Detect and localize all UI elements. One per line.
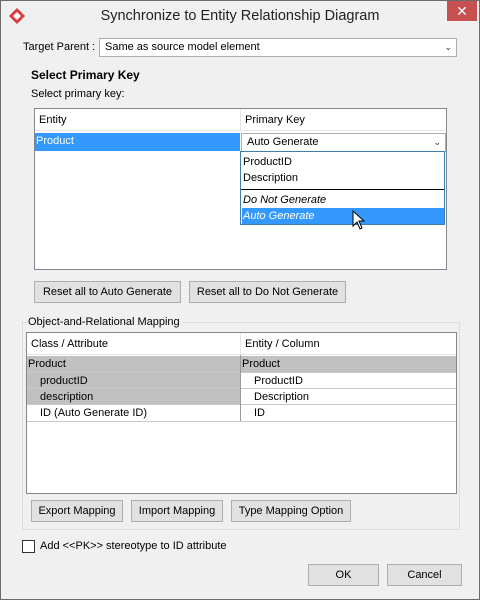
window-title: Synchronize to Entity Relationship Diagr… <box>100 8 380 24</box>
export-mapping-button[interactable]: Export Mapping <box>31 500 123 522</box>
mapping-row-attribute[interactable]: description <box>27 389 240 405</box>
primary-key-section-title: Select Primary Key <box>31 68 140 82</box>
close-icon: ✕ <box>456 3 468 19</box>
dropdown-option-productid[interactable]: ProductID <box>242 154 443 170</box>
chevron-down-icon: ⌄ <box>444 42 452 52</box>
mapping-row-attribute[interactable]: productID <box>27 373 240 389</box>
chevron-down-icon: ⌄ <box>433 137 441 147</box>
mapping-row-column[interactable]: Description <box>241 389 456 405</box>
reset-auto-generate-button[interactable]: Reset all to Auto Generate <box>34 281 181 303</box>
close-button[interactable]: ✕ <box>447 1 477 21</box>
mapping-row-column[interactable]: ProductID <box>241 373 456 389</box>
mouse-cursor-icon <box>352 210 366 230</box>
mapping-table: Class / Attribute Entity / Column Produc… <box>26 332 457 494</box>
primary-key-value: Auto Generate <box>247 136 319 148</box>
dropdown-option-do-not-generate[interactable]: Do Not Generate <box>242 192 443 208</box>
dialog-window: Synchronize to Entity Relationship Diagr… <box>0 0 480 600</box>
primary-key-sublabel: Select primary key: <box>31 88 125 100</box>
pk-stereotype-label: Add <<PK>> stereotype to ID attribute <box>40 540 227 552</box>
target-parent-label: Target Parent : <box>23 41 96 53</box>
title-bar: Synchronize to Entity Relationship Diagr… <box>1 1 479 32</box>
entity-cell-product[interactable]: Product <box>35 133 240 151</box>
dropdown-separator <box>241 189 444 190</box>
mapping-row-class[interactable]: Product <box>27 356 240 372</box>
reset-do-not-generate-button[interactable]: Reset all to Do Not Generate <box>189 281 346 303</box>
mapping-group-label: Object-and-Relational Mapping <box>26 316 182 328</box>
primary-key-select[interactable]: Auto Generate ⌄ <box>241 133 446 152</box>
dropdown-option-auto-generate[interactable]: Auto Generate <box>242 208 444 224</box>
pk-stereotype-checkbox[interactable] <box>22 540 35 553</box>
target-parent-value: Same as source model element <box>105 41 260 53</box>
column-header-class-attribute[interactable]: Class / Attribute <box>27 333 240 355</box>
import-mapping-button[interactable]: Import Mapping <box>131 500 223 522</box>
cancel-button[interactable]: Cancel <box>387 564 462 586</box>
target-parent-select[interactable]: Same as source model element ⌄ <box>99 38 457 57</box>
mapping-row-entity[interactable]: Product <box>241 356 456 372</box>
dropdown-option-description[interactable]: Description <box>242 170 443 186</box>
column-header-primary-key[interactable]: Primary Key <box>241 109 446 131</box>
type-mapping-option-button[interactable]: Type Mapping Option <box>231 500 351 522</box>
column-header-entity-column[interactable]: Entity / Column <box>241 333 456 355</box>
ok-button[interactable]: OK <box>308 564 379 586</box>
mapping-row-attribute[interactable]: ID (Auto Generate ID) <box>27 405 240 421</box>
column-header-entity[interactable]: Entity <box>35 109 240 131</box>
primary-key-dropdown: ProductID Description Do Not Generate Au… <box>240 151 445 225</box>
mapping-row-column[interactable]: ID <box>241 405 456 421</box>
